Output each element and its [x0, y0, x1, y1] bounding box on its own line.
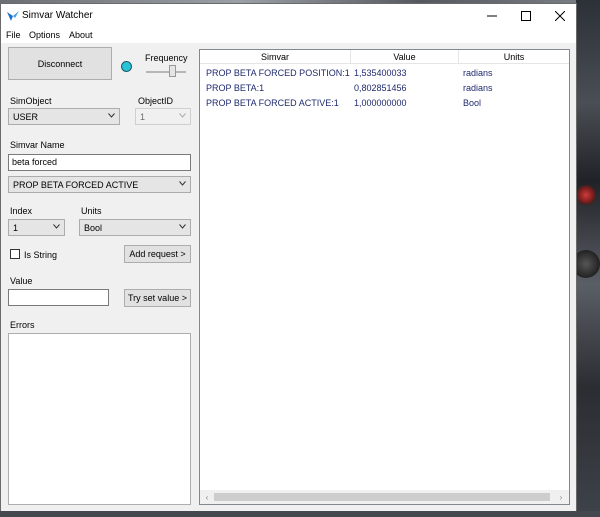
frequency-label: Frequency — [145, 53, 188, 63]
units-select[interactable]: Bool — [79, 219, 191, 236]
chevron-down-icon — [179, 181, 186, 186]
title-bar[interactable]: Simvar Watcher — [1, 4, 576, 28]
chevron-down-icon — [53, 224, 60, 229]
maximize-button[interactable] — [509, 4, 543, 28]
try-set-value-button[interactable]: Try set value > — [124, 289, 191, 307]
value-label: Value — [10, 276, 33, 286]
is-string-label: Is String — [24, 250, 58, 260]
cell-value: 1,535400033 — [354, 68, 407, 78]
minimize-icon — [487, 15, 497, 17]
simobject-select[interactable]: USER — [8, 108, 120, 125]
scroll-right-icon[interactable]: › — [556, 492, 566, 502]
units-label: Units — [81, 206, 102, 216]
objectid-value: 1 — [140, 112, 146, 122]
menu-options[interactable]: Options — [29, 30, 60, 40]
units-value: Bool — [84, 223, 103, 233]
value-input[interactable] — [8, 289, 109, 306]
horizontal-scrollbar[interactable]: ‹ › — [200, 490, 569, 504]
objectid-select[interactable]: 1 — [135, 108, 191, 125]
cell-simvar: PROP BETA FORCED ACTIVE:1 — [206, 98, 339, 108]
disconnect-button[interactable]: Disconnect — [8, 47, 112, 80]
cell-units: radians — [463, 68, 493, 78]
cell-simvar: PROP BETA:1 — [206, 83, 265, 93]
simobject-value: USER — [13, 112, 39, 122]
objectid-label: ObjectID — [138, 96, 174, 106]
client-area: Disconnect Frequency SimObject USER Obje… — [1, 43, 576, 511]
scroll-left-icon[interactable]: ‹ — [202, 492, 212, 502]
connection-status-indicator — [121, 61, 132, 72]
table-row[interactable]: PROP BETA FORCED POSITION:1 1,535400033 … — [200, 65, 569, 80]
simvar-grid[interactable]: Simvar Value Units PROP BETA FORCED POSI… — [199, 49, 570, 505]
chevron-down-icon — [108, 113, 115, 118]
cell-units: radians — [463, 83, 493, 93]
scrollbar-thumb[interactable] — [214, 493, 550, 501]
cell-value: 1,000000000 — [354, 98, 407, 108]
grid-header: Simvar Value Units — [200, 50, 569, 64]
index-value: 1 — [13, 223, 19, 233]
menu-bar: File Options About — [1, 28, 576, 43]
column-header-units[interactable]: Units — [459, 52, 569, 62]
frequency-slider-track[interactable] — [146, 71, 186, 73]
simvar-name-input[interactable]: beta forced — [8, 154, 191, 171]
window-title: Simvar Watcher — [22, 10, 93, 21]
menu-file[interactable]: File — [6, 30, 21, 40]
close-button[interactable] — [543, 4, 577, 28]
app-window: Simvar Watcher File Options About Discon… — [0, 3, 577, 511]
simvar-name-label: Simvar Name — [10, 140, 65, 150]
background-image-right — [572, 0, 600, 517]
simobject-label: SimObject — [10, 96, 52, 106]
maximize-icon — [521, 11, 531, 21]
errors-list[interactable] — [8, 333, 191, 505]
app-icon — [7, 11, 19, 21]
simvar-select[interactable]: PROP BETA FORCED ACTIVE — [8, 176, 191, 193]
close-icon — [555, 11, 565, 21]
index-select[interactable]: 1 — [8, 219, 65, 236]
add-request-button[interactable]: Add request > — [124, 245, 191, 263]
menu-about[interactable]: About — [69, 30, 93, 40]
chevron-down-icon — [179, 224, 186, 229]
column-header-value[interactable]: Value — [351, 52, 458, 62]
frequency-slider-thumb[interactable] — [169, 65, 176, 77]
index-label: Index — [10, 206, 33, 216]
chevron-down-icon — [179, 113, 186, 118]
simvar-select-value: PROP BETA FORCED ACTIVE — [13, 180, 139, 190]
minimize-button[interactable] — [475, 4, 509, 28]
column-header-simvar[interactable]: Simvar — [200, 52, 350, 62]
background-knob — [576, 185, 596, 205]
cell-units: Bool — [463, 98, 482, 108]
table-row[interactable]: PROP BETA:1 0,802851456 radians — [200, 80, 569, 95]
background-image-bottom — [0, 511, 600, 517]
cell-value: 0,802851456 — [354, 83, 407, 93]
table-row[interactable]: PROP BETA FORCED ACTIVE:1 1,000000000 Bo… — [200, 95, 569, 110]
cell-simvar: PROP BETA FORCED POSITION:1 — [206, 68, 350, 78]
is-string-checkbox[interactable] — [10, 249, 20, 259]
errors-label: Errors — [10, 320, 35, 330]
